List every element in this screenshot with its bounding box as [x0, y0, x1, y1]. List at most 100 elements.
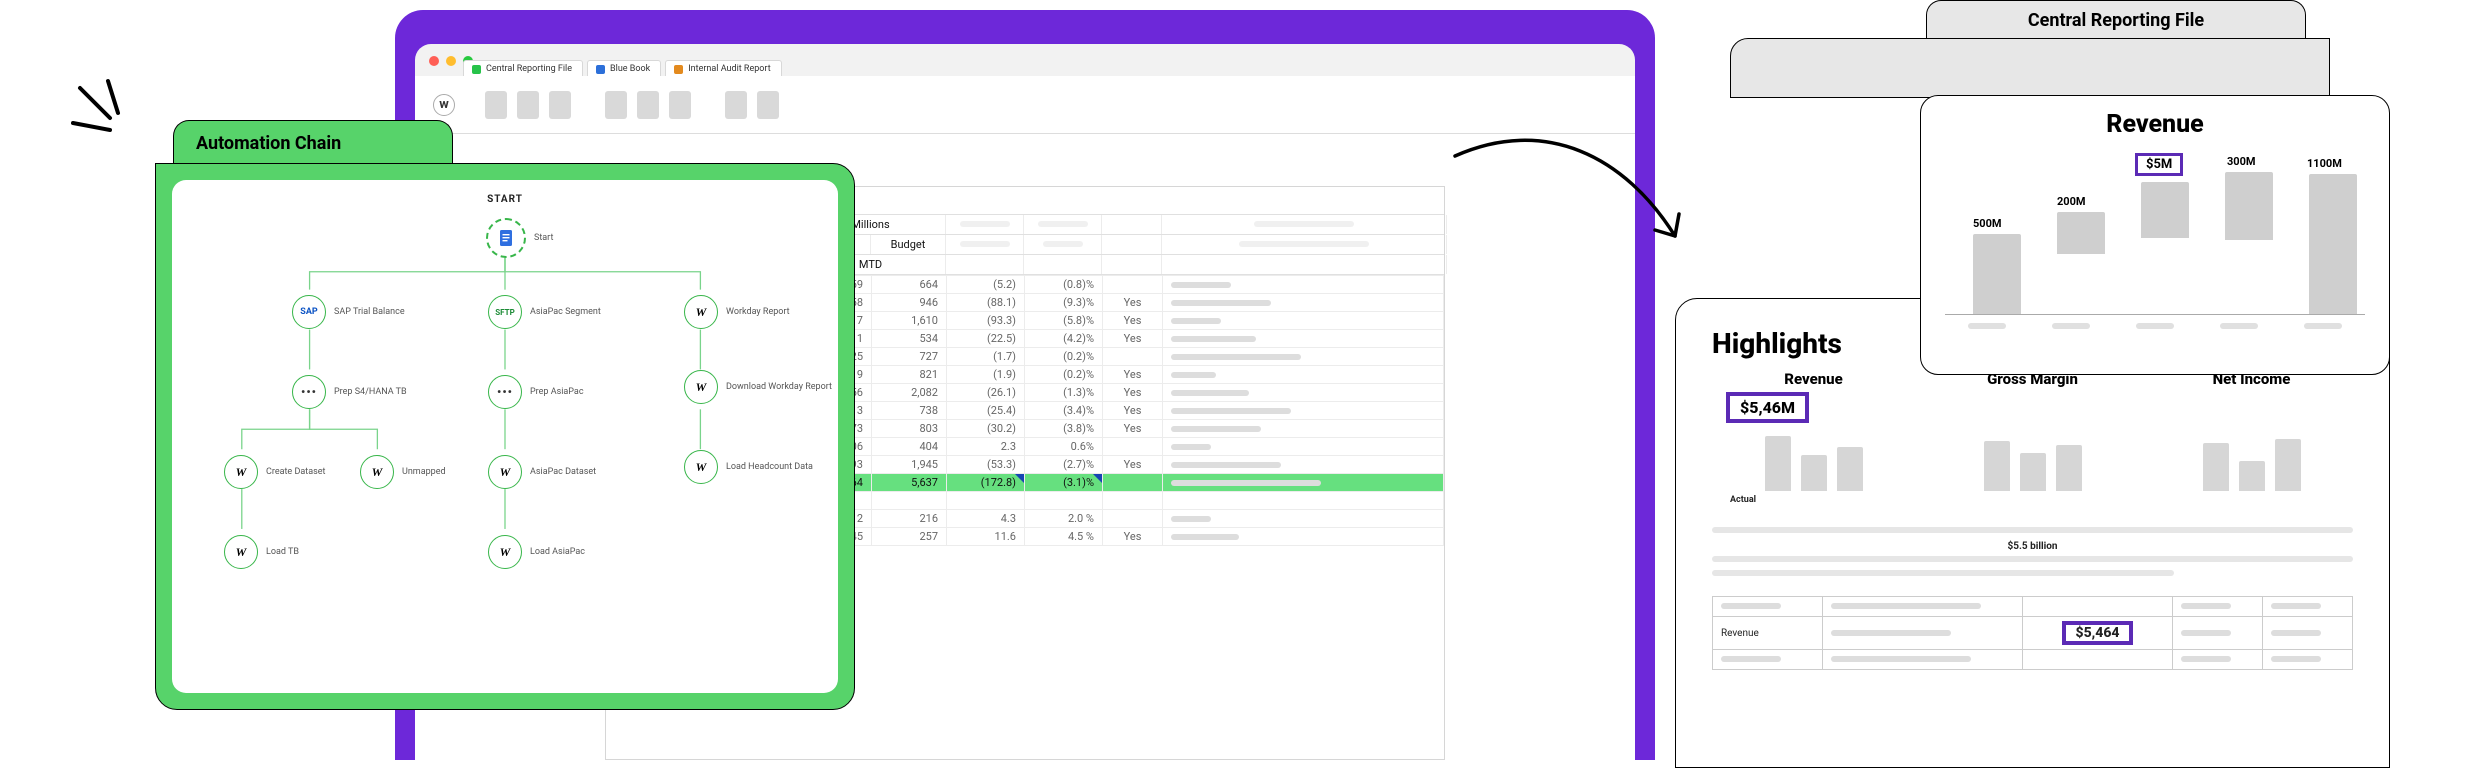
node-load-asiapac[interactable]: Load AsiaPac: [488, 535, 585, 569]
node-label: Create Dataset: [266, 467, 325, 477]
revenue-value-box: $5,46M: [1726, 392, 1809, 423]
toolbar-button[interactable]: [549, 91, 571, 119]
mini-bars-revenue: [1712, 431, 1915, 491]
toolbar-button[interactable]: [605, 91, 627, 119]
node-unmapped[interactable]: Unmapped: [360, 455, 446, 489]
node-start[interactable]: Start: [486, 218, 553, 258]
process-icon: [488, 375, 522, 409]
node-download-workday[interactable]: Download Workday Report: [684, 370, 832, 404]
tab-icon: [674, 65, 683, 74]
crf-tab: Central Reporting File: [1926, 0, 2306, 40]
file-tab-blue-book[interactable]: Blue Book: [587, 60, 661, 76]
bar: [2225, 172, 2273, 240]
mini-bars-net: [2150, 431, 2353, 491]
highlights-table: Revenue $5,464: [1712, 596, 2353, 670]
tab-label: Central Reporting File: [486, 64, 572, 74]
bar-label: 1100M: [2307, 157, 2342, 170]
toolbar-button[interactable]: [757, 91, 779, 119]
chart-title: Revenue: [1945, 110, 2365, 139]
actual-label: Actual: [1712, 495, 1915, 505]
workday-icon: [684, 450, 718, 484]
node-label: AsiaPac Dataset: [530, 467, 596, 477]
node-label: Load Headcount Data: [726, 462, 813, 472]
decorative-rays: [70, 78, 140, 158]
col-gross-margin: Gross Margin .: [1931, 370, 2134, 505]
tab-label: Internal Audit Report: [688, 64, 770, 74]
node-label: SAP Trial Balance: [334, 307, 405, 317]
bar: [2141, 182, 2189, 238]
toolbar-button[interactable]: [637, 91, 659, 119]
automation-title: Automation Chain: [196, 133, 341, 154]
node-prep-asiapac[interactable]: Prep AsiaPac: [488, 375, 584, 409]
arrow-icon: [1445, 126, 1705, 300]
bar-label: 300M: [2227, 155, 2256, 168]
file-tabs: Central Reporting File Blue Book Interna…: [457, 50, 1635, 76]
file-tab-central-reporting[interactable]: Central Reporting File: [463, 60, 583, 76]
bar: [1973, 234, 2021, 314]
sftp-icon: SFTP: [488, 295, 522, 329]
toolbar-button[interactable]: [517, 91, 539, 119]
bar-label-boxed: $5M: [2135, 153, 2183, 176]
central-reporting-card: Central Reporting File: [1730, 0, 2330, 100]
bar: [2057, 212, 2105, 254]
node-label: Download Workday Report: [726, 382, 832, 392]
file-tab-audit[interactable]: Internal Audit Report: [665, 60, 781, 76]
minimize-dot[interactable]: [446, 56, 456, 66]
workday-icon: [224, 455, 258, 489]
node-sftp[interactable]: SFTP AsiaPac Segment: [488, 295, 601, 329]
workday-icon: [360, 455, 394, 489]
table-row-revenue: Revenue $5,464: [1713, 617, 2353, 650]
crf-body: [1730, 38, 2330, 98]
tab-icon: [472, 65, 481, 74]
automation-chain-card: Automation Chain START Start: [155, 120, 855, 710]
revenue-chart-card: Revenue 500M 200M $5M 300M 1100M: [1920, 95, 2390, 375]
automation-tab: Automation Chain: [173, 120, 453, 165]
x-axis-placeholders: [1945, 323, 2365, 329]
crf-title: Central Reporting File: [2028, 10, 2204, 31]
row-value-box: $5,464: [2062, 621, 2134, 645]
tab-icon: [596, 65, 605, 74]
node-label: Prep AsiaPac: [530, 387, 584, 397]
revenue-chart: 500M 200M $5M 300M 1100M: [1945, 145, 2365, 315]
node-label: Unmapped: [402, 467, 446, 477]
automation-canvas[interactable]: START Start SAP SAP Trial: [172, 180, 838, 693]
node-load-headcount[interactable]: Load Headcount Data: [684, 450, 813, 484]
process-icon: [292, 375, 326, 409]
node-prep-s4[interactable]: Prep S4/HANA TB: [292, 375, 407, 409]
workday-icon: [684, 370, 718, 404]
node-label: Workday Report: [726, 307, 790, 317]
col-net-income: Net Income .: [2150, 370, 2353, 505]
node-asiapac-dataset[interactable]: AsiaPac Dataset: [488, 455, 596, 489]
node-workday[interactable]: Workday Report: [684, 295, 790, 329]
table-row: [1713, 650, 2353, 670]
start-heading: START: [172, 194, 838, 205]
table-row: [1713, 597, 2353, 617]
header-budget: Budget: [871, 235, 946, 254]
row-label: Revenue: [1713, 617, 1823, 650]
workday-icon: [224, 535, 258, 569]
node-label: Start: [534, 233, 553, 243]
node-load-tb[interactable]: Load TB: [224, 535, 299, 569]
close-dot[interactable]: [429, 56, 439, 66]
node-label: Prep S4/HANA TB: [334, 387, 407, 397]
app-logo[interactable]: w: [433, 94, 455, 116]
node-sap[interactable]: SAP SAP Trial Balance: [292, 295, 405, 329]
workday-icon: [488, 535, 522, 569]
mini-bars-gross: [1931, 431, 2134, 491]
node-label: Load AsiaPac: [530, 547, 585, 557]
document-icon: [486, 218, 526, 258]
sap-icon: SAP: [292, 295, 326, 329]
paragraph-placeholder: $5.5 billion: [1712, 527, 2353, 576]
toolbar-button[interactable]: [669, 91, 691, 119]
node-create-dataset[interactable]: Create Dataset: [224, 455, 325, 489]
toolbar-button[interactable]: [485, 91, 507, 119]
bar-label: 500M: [1973, 217, 2002, 230]
workday-icon: [684, 295, 718, 329]
node-label: AsiaPac Segment: [530, 307, 601, 317]
midline-text: $5.5 billion: [1712, 541, 2353, 552]
workday-icon: [488, 455, 522, 489]
tab-label: Blue Book: [610, 64, 650, 74]
toolbar-button[interactable]: [725, 91, 747, 119]
bar: [2309, 174, 2357, 314]
node-label: Load TB: [266, 547, 299, 557]
